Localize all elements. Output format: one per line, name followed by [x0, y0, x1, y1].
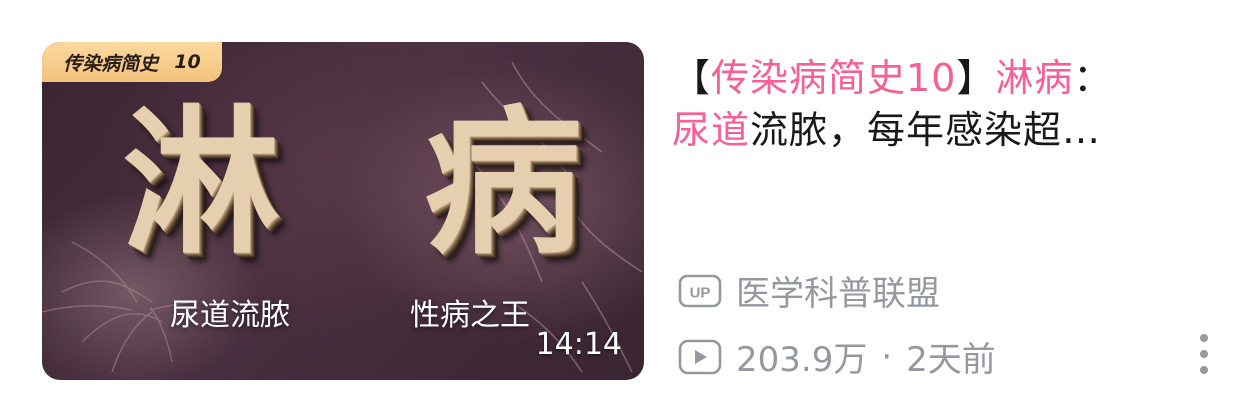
title-colon: ：	[1073, 56, 1113, 100]
video-thumbnail[interactable]: 传染病简史 10 淋 病 尿道流脓 性病之王 14:14	[42, 42, 644, 380]
up-badge-text: UP	[690, 284, 711, 301]
thumbnail-big-title: 淋 病	[122, 94, 582, 274]
title-disease-highlight: 淋病	[995, 56, 1074, 100]
big-title-char-2: 病	[424, 91, 582, 276]
video-duration: 14:14	[535, 327, 622, 362]
title-bracket-open: 【	[672, 56, 712, 100]
title-bracket-close: 】	[956, 56, 996, 100]
more-vertical-icon[interactable]	[1194, 334, 1214, 374]
title-keyword-highlight: 尿道	[672, 108, 751, 152]
big-title-char-1: 淋	[122, 91, 280, 276]
video-title[interactable]: 【传染病简史10】淋病： 尿道流脓，每年感染超…	[672, 52, 1222, 156]
stats-row: 203.9万 · 2天前	[678, 332, 996, 381]
more-dot	[1200, 350, 1208, 358]
play-count-icon	[678, 339, 722, 374]
thumbnail-subtitle-left: 尿道流脓	[170, 298, 290, 333]
series-tag: 传染病简史 10	[42, 42, 222, 82]
stats-separator: ·	[881, 336, 893, 377]
thumbnail-subtitles: 尿道流脓 性病之王	[170, 290, 530, 334]
up-badge-icon: UP	[678, 274, 722, 307]
author-name: 医学科普联盟	[736, 274, 940, 314]
view-count: 203.9万	[736, 340, 868, 380]
more-dot	[1200, 366, 1208, 374]
title-rest: 流脓，每年感染超…	[750, 108, 1102, 152]
more-dot	[1200, 334, 1208, 342]
video-card[interactable]: 传染病简史 10 淋 病 尿道流脓 性病之王 14:14 【传染病简史10】淋病…	[0, 0, 1260, 416]
thumbnail-subtitle-right: 性病之王	[410, 298, 530, 333]
series-tag-label: 传染病简史	[63, 52, 159, 75]
author-row[interactable]: UP 医学科普联盟	[678, 266, 940, 315]
publish-time: 2天前	[906, 340, 996, 380]
title-series-highlight: 传染病简史10	[711, 56, 957, 100]
series-tag-number: 10	[174, 51, 201, 73]
